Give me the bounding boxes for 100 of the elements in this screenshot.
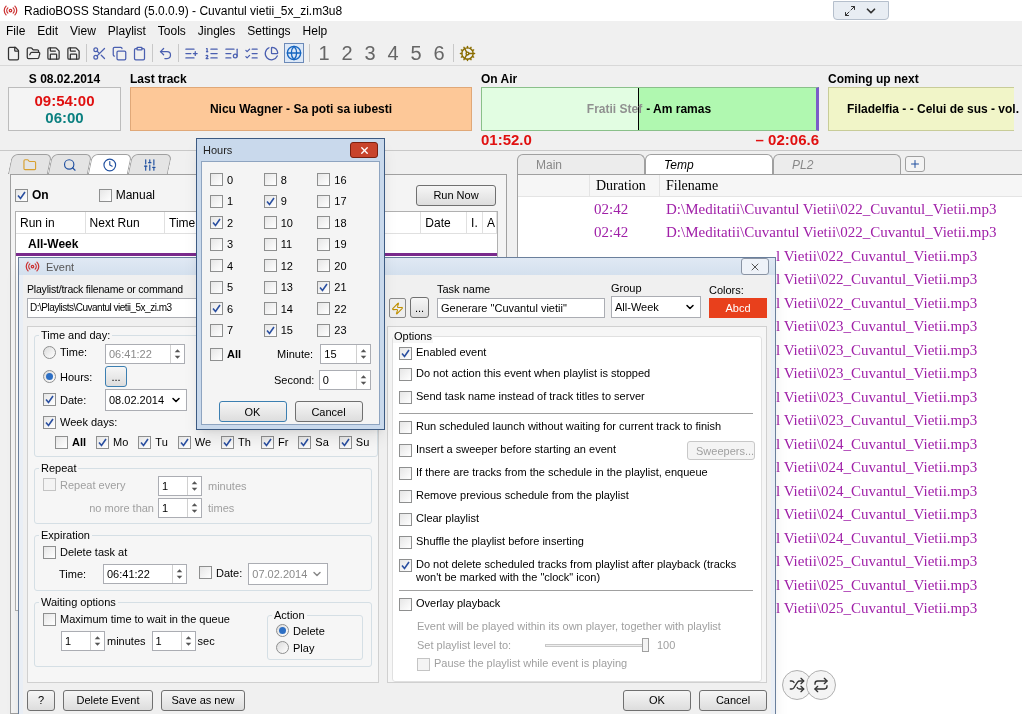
option-label: Remove previous schedule from the playlist (416, 489, 629, 502)
option-label: Overlay playback (416, 597, 501, 610)
filename-cell-text: l Vietii\023_Cuvantul_Vietii.mp3 (776, 340, 978, 360)
day-label: All (72, 435, 87, 449)
hour-label: 12 (280, 258, 293, 273)
filename-cell-text: l Vietii\023_Cuvantul_Vietii.mp3 (776, 317, 978, 336)
filename-cell-text: l Vietii\025_Cuvantul_Vietii.mp3 (776, 552, 978, 571)
section-label: Coming up next (828, 71, 920, 85)
checkbox-label: On (32, 187, 49, 204)
date-label: S 08.02.2014 (27, 71, 102, 85)
day-label: Fr (277, 435, 289, 449)
radio-label: Hours: (60, 369, 93, 384)
duration-cell-text: 02:42 (593, 199, 630, 219)
clock-time: 09:54:00 (34, 92, 95, 109)
filename-cell-text: D:\Meditatii\Cuvantul Vietii\022_Cuvantul_Vietii.mp3 (665, 199, 997, 219)
option-label: Insert a sweeper before starting an event (416, 443, 616, 456)
field-label: Playlist/track filename or command (27, 282, 183, 296)
hour-label: 4 (227, 258, 234, 273)
hour-label: 14 (280, 301, 293, 316)
last-track-title: Nicu Wagner - Sa poti sa iubesti (209, 101, 393, 118)
radio-label: Play (293, 640, 315, 655)
field-label: Second: (274, 373, 316, 387)
filename-cell-text: l Vietii\025_Cuvantul_Vietii.mp3 (776, 575, 978, 595)
hour-label: 5 (227, 280, 234, 295)
section-label: Last track (130, 71, 188, 85)
group-title: Expiration (40, 529, 91, 542)
filename-cell-text: l Vietii\022_Cuvantul_Vietii.mp3 (776, 293, 978, 313)
hour-label: 1 (227, 194, 234, 209)
hour-label: 11 (280, 237, 293, 252)
hour-label: 17 (334, 194, 347, 209)
note-text: Event will be played within its own player, together with playlist (417, 619, 722, 634)
unit-label: times (208, 501, 235, 515)
radio-label: Delete (293, 623, 325, 638)
hour-label: 7 (227, 323, 234, 338)
hour-label: 10 (280, 215, 293, 230)
filename-cell-text: l Vietii\023_Cuvantul_Vietii.mp3 (776, 387, 978, 407)
hour-label: 8 (280, 172, 287, 187)
option-label: Enabled event (416, 346, 487, 359)
section-label: On Air (481, 71, 519, 85)
field-label: Task name (437, 282, 492, 296)
hour-label: 2 (227, 215, 234, 230)
field-label: Colors: (709, 283, 745, 297)
all-label: All (227, 347, 242, 361)
group-title: Repeat (40, 462, 78, 475)
unit-label: sec (197, 634, 215, 648)
hour-label: 3 (227, 237, 234, 252)
hour-label: 15 (280, 323, 293, 338)
day-label: Mo (113, 435, 129, 449)
option-label: Send task name instead of track titles to server (416, 390, 645, 403)
hour-label: 13 (280, 280, 293, 295)
checkbox-label: Date: (60, 392, 87, 407)
checkbox-label: Week days: (60, 415, 118, 429)
filename-cell-text: l Vietii\024_Cuvantul_Vietii.mp3 (776, 528, 978, 548)
countdown-time: 06:00 (45, 109, 84, 126)
group-title: Action (273, 609, 306, 622)
duration-cell-text: 02:42 (593, 223, 630, 242)
hour-label: 22 (334, 301, 347, 316)
checkbox-label: Repeat every (60, 477, 126, 492)
day-label: Su (355, 435, 370, 449)
window-title: RadioBOSS Standard (5.0.0.9) - Cuvantul vietii_5x_zi.m3u8 (24, 2, 343, 20)
filename-cell-text: l Vietii\024_Cuvantul_Vietii.mp3 (776, 434, 978, 454)
slider-value: 100 (657, 638, 676, 652)
field-label: Minute: (277, 347, 315, 361)
field-label: Time: (58, 567, 88, 581)
hour-label: 23 (334, 323, 347, 338)
remaining-time: – 02:06.6 (755, 131, 819, 148)
hour-label: 19 (334, 237, 347, 252)
group-title: Time and day: (40, 329, 112, 342)
group-title: Options (393, 329, 433, 343)
checkbox-label: Maximum time to wait in the queue (60, 612, 230, 626)
filename-cell-text: l Vietii\025_Cuvantul_Vietii.mp3 (776, 599, 978, 618)
option-label: Do not delete scheduled tracks from playlist after playback (tracks won't be marked with the "clock" icon) (416, 558, 738, 584)
slider-label: Set playlist level to: (417, 638, 513, 652)
unit-label: minutes (208, 479, 247, 493)
day-label: Tu (155, 435, 168, 449)
option-label: If there are tracks from the schedule in the playlist, enqueue (416, 466, 708, 479)
dialog-title: Event (46, 259, 75, 274)
radio-label: Time: (60, 345, 88, 360)
filename-cell-text: l Vietii\023_Cuvantul_Vietii.mp3 (776, 411, 978, 430)
checkbox-label: Date: (216, 565, 243, 580)
checkbox-label: Manual (115, 187, 156, 204)
option-label: Run scheduled launch without waiting for current track to finish (416, 420, 722, 433)
option-label: Clear playlist (416, 512, 479, 525)
next-track-title: Filadelfia - - Celui de sus - vol. (847, 101, 1020, 118)
filename-cell-text: D:\Meditatii\Cuvantul Vietii\022_Cuvantul_Vietii.mp3 (665, 223, 997, 242)
unit-label: minutes (107, 634, 146, 648)
hour-label: 20 (334, 258, 347, 273)
group-title: Waiting options (40, 596, 117, 609)
option-label: Pause the playlist while event is playing (434, 657, 628, 670)
field-label: Group (611, 281, 643, 295)
on-air-title: - Am ramas (646, 101, 712, 118)
option-label: Shuffle the playlist before inserting (416, 535, 584, 548)
dialog-title: Hours (203, 143, 233, 157)
filename-cell-text: l Vietii\024_Cuvantul_Vietii.mp3 (776, 458, 978, 477)
hour-label: 21 (334, 280, 347, 295)
hour-label: 0 (227, 172, 234, 187)
hour-label: 16 (334, 172, 347, 187)
hour-label: 18 (334, 215, 347, 230)
hour-label: 6 (227, 301, 234, 316)
option-label: Do not action this event when playlist is stopped (416, 367, 651, 380)
